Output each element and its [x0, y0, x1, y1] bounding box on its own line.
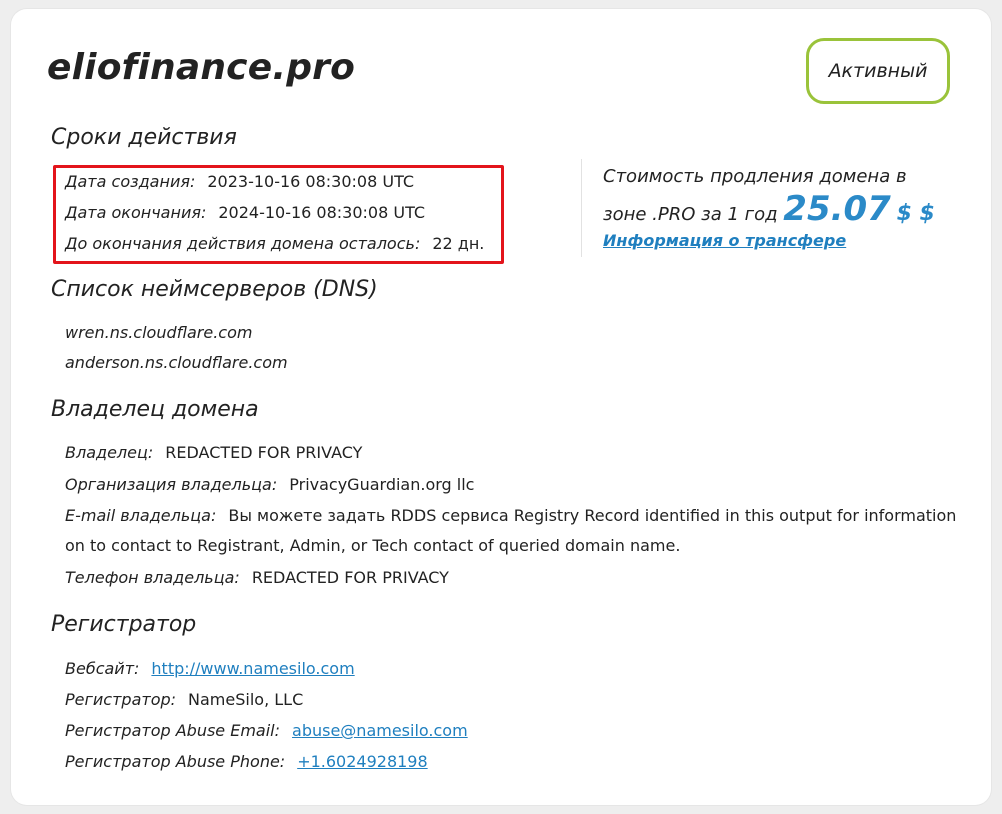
creation-date-row: Дата создания: 2023-10-16 08:30:08 UTC	[65, 172, 414, 191]
nameserver-item: anderson.ns.cloudflare.com	[65, 353, 288, 372]
owner-org-label: Организация владельца:	[65, 475, 278, 494]
registrar-section-title: Регистратор	[51, 612, 197, 637]
owner-phone-label: Телефон владельца:	[65, 568, 240, 587]
owner-row: Владелец: REDACTED FOR PRIVACY	[65, 443, 362, 462]
registrar-name-value: NameSilo, LLC	[188, 690, 304, 709]
domain-name: eliofinance.pro	[47, 47, 356, 88]
creation-date-value: 2023-10-16 08:30:08 UTC	[207, 172, 415, 191]
registrar-website-row: Вебсайт: http://www.namesilo.com	[65, 659, 355, 678]
owner-phone-row: Телефон владельца: REDACTED FOR PRIVACY	[65, 568, 449, 587]
owner-email-row: E-mail владельца: Вы можете задать RDDS с…	[65, 506, 956, 525]
creation-date-label: Дата создания:	[65, 172, 196, 191]
registrar-abuse-phone-row: Регистратор Abuse Phone: +1.6024928198	[65, 752, 428, 771]
owner-email-value-continued: on to contact to Registrant, Admin, or T…	[65, 536, 681, 555]
registrar-abuse-email-link[interactable]: abuse@namesilo.com	[292, 721, 468, 740]
expiration-date-row: Дата окончания: 2024-10-16 08:30:08 UTC	[65, 203, 425, 222]
renewal-currency: $ $	[896, 201, 935, 226]
renewal-line-1: Стоимость продления домена в	[603, 166, 907, 187]
dns-section-title: Список неймсерверов (DNS)	[51, 277, 378, 302]
owner-org-row: Организация владельца: PrivacyGuardian.or…	[65, 475, 474, 494]
owner-label: Владелец:	[65, 443, 154, 462]
nameserver-item: wren.ns.cloudflare.com	[65, 323, 253, 342]
days-left-label: До окончания действия домена осталось:	[65, 234, 421, 253]
days-left-row: До окончания действия домена осталось: 22…	[65, 234, 484, 253]
renewal-price: 25.07	[783, 189, 891, 229]
registrar-website-label: Вебсайт:	[65, 659, 140, 678]
registrar-abuse-phone-label: Регистратор Abuse Phone:	[65, 752, 286, 771]
owner-email-value: Вы можете задать RDDS сервиса Registry R…	[228, 506, 957, 525]
owner-phone-value: REDACTED FOR PRIVACY	[251, 568, 449, 587]
transfer-info-link[interactable]: Информация о трансфере	[603, 231, 846, 250]
vertical-divider	[581, 159, 582, 257]
registrar-website-link[interactable]: http://www.namesilo.com	[151, 659, 354, 678]
owner-email-label: E-mail владельца:	[65, 506, 217, 525]
expiration-date-label: Дата окончания:	[65, 203, 207, 222]
owner-section-title: Владелец домена	[51, 397, 259, 422]
registrar-abuse-email-row: Регистратор Abuse Email: abuse@namesilo.c…	[65, 721, 468, 740]
status-badge: Активный	[806, 38, 950, 104]
expiration-date-value: 2024-10-16 08:30:08 UTC	[218, 203, 426, 222]
renewal-info: Стоимость продления домена в зоне .PRO з…	[603, 161, 943, 231]
registrar-abuse-email-label: Регистратор Abuse Email:	[65, 721, 281, 740]
renewal-line-2: зоне .PRO за 1 год 25.07 $ $	[603, 192, 943, 231]
domain-info-card: eliofinance.pro Активный Сроки действия …	[11, 9, 991, 805]
owner-org-value: PrivacyGuardian.org llc	[289, 475, 475, 494]
validity-section-title: Сроки действия	[51, 125, 237, 150]
owner-value: REDACTED FOR PRIVACY	[165, 443, 363, 462]
registrar-name-row: Регистратор: NameSilo, LLC	[65, 690, 303, 709]
renewal-zone-text: зоне .PRO за 1 год	[603, 204, 778, 225]
registrar-name-label: Регистратор:	[65, 690, 177, 709]
days-left-value: 22 дн.	[432, 234, 485, 253]
registrar-abuse-phone-link[interactable]: +1.6024928198	[297, 752, 427, 771]
